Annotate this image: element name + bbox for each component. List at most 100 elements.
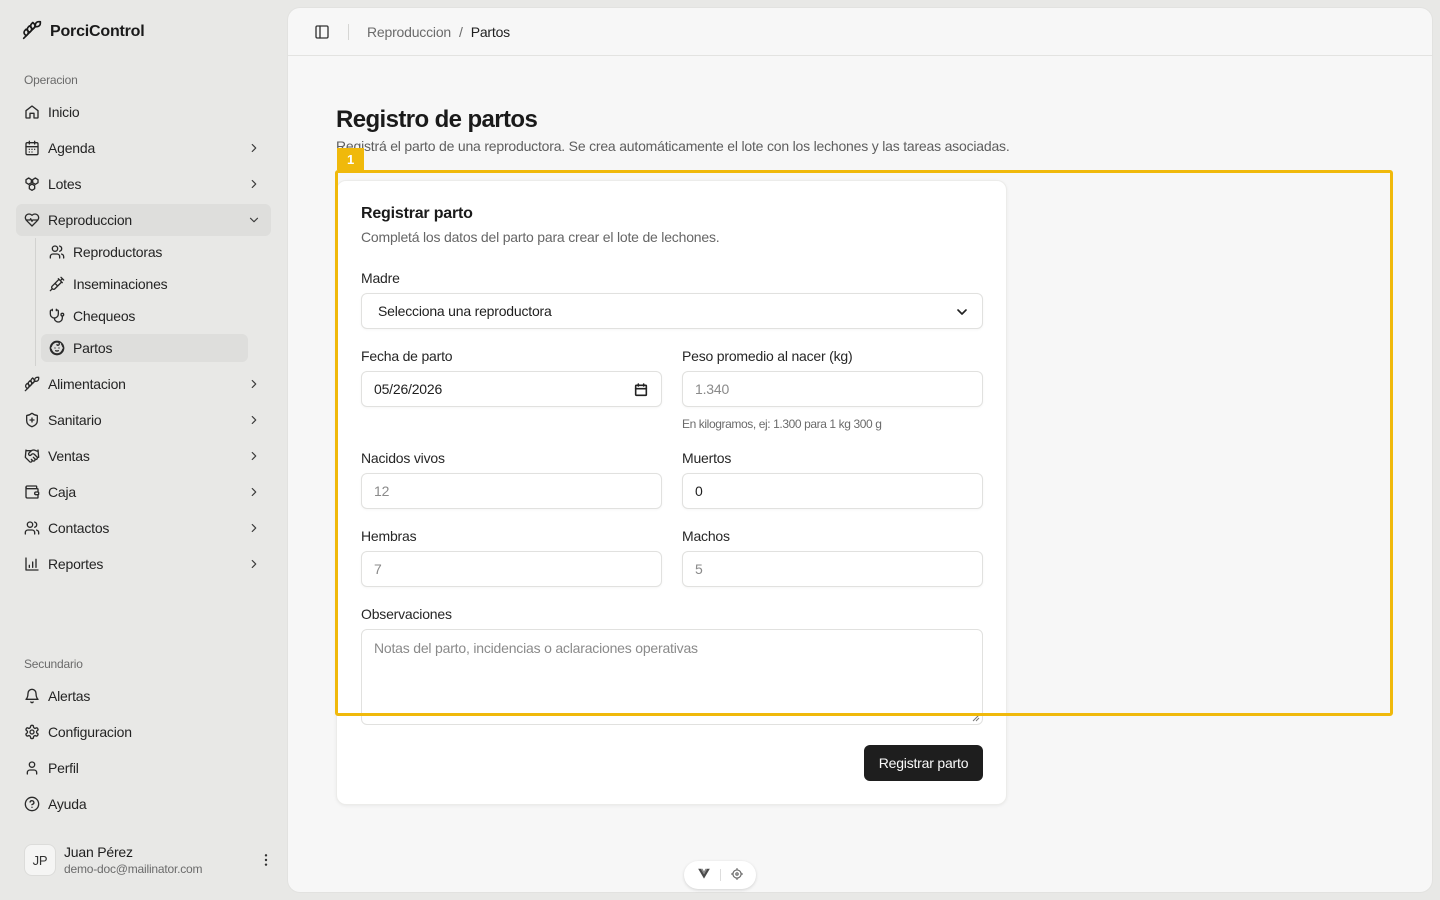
peso-hint: En kilogramos, ej: 1.300 para 1 kg 300 g bbox=[682, 417, 882, 431]
sidebar-item-label: Ventas bbox=[48, 448, 90, 464]
sidebar-item-agenda[interactable]: Agenda bbox=[16, 132, 271, 164]
sidebar-item-label: Reportes bbox=[48, 556, 104, 572]
vue-logo-icon[interactable] bbox=[697, 867, 711, 884]
fecha-label: Fecha de parto bbox=[361, 348, 453, 364]
chevron-right-icon bbox=[247, 141, 261, 155]
heart-pulse-icon bbox=[24, 212, 40, 228]
chevron-right-icon bbox=[247, 485, 261, 499]
sidebar-item-caja[interactable]: Caja bbox=[16, 476, 271, 508]
more-vertical-icon[interactable] bbox=[258, 852, 274, 868]
machos-label: Machos bbox=[682, 528, 730, 544]
submenu-guide-line bbox=[35, 238, 36, 366]
sidebar-item-perfil[interactable]: Perfil bbox=[16, 752, 271, 784]
breadcrumb: Reproduccion / Partos bbox=[367, 24, 510, 40]
divider bbox=[719, 869, 721, 881]
inspector-target-icon[interactable] bbox=[730, 867, 744, 884]
chevron-down-icon bbox=[247, 213, 261, 227]
sidebar-item-contactos[interactable]: Contactos bbox=[16, 512, 271, 544]
user-menu[interactable]: JP Juan Pérez demo-doc@mailinator.com bbox=[24, 840, 274, 880]
sidebar-item-label: Reproduccion bbox=[48, 212, 132, 228]
resize-handle-icon[interactable] bbox=[972, 714, 980, 722]
card-title: Registrar parto bbox=[361, 205, 473, 222]
sidebar-subitem-label: Chequeos bbox=[73, 308, 136, 324]
sidebar-item-reproduccion[interactable]: Reproduccion bbox=[16, 204, 271, 236]
syringe-icon bbox=[49, 276, 65, 292]
user-name: Juan Pérez bbox=[64, 843, 133, 860]
user-email: demo-doc@mailinator.com bbox=[64, 861, 203, 876]
sidebar-item-label: Alimentacion bbox=[48, 376, 126, 392]
brand[interactable]: PorciControl bbox=[22, 20, 145, 43]
page-title: Registro de partos bbox=[336, 106, 538, 133]
sidebar-subitem-reproductoras[interactable]: Reproductoras bbox=[41, 238, 248, 266]
sidebar-toggle-icon[interactable] bbox=[314, 24, 330, 40]
sidebar-item-sanitario[interactable]: Sanitario bbox=[16, 404, 271, 436]
chevron-right-icon bbox=[247, 557, 261, 571]
wheat-logo-icon bbox=[22, 20, 42, 43]
observaciones-textarea[interactable]: Notas del parto, incidencias o aclaracio… bbox=[361, 629, 983, 725]
submit-button[interactable]: Registrar parto bbox=[864, 745, 983, 781]
chevron-right-icon bbox=[247, 177, 261, 191]
calendar-icon bbox=[24, 140, 40, 156]
hembras-label: Hembras bbox=[361, 528, 417, 544]
top-bar: Reproduccion / Partos bbox=[288, 8, 1432, 56]
devtools-toolbar bbox=[684, 861, 756, 889]
settings-icon bbox=[24, 724, 40, 740]
sidebar-subitem-label: Inseminaciones bbox=[73, 276, 168, 292]
boxes-icon bbox=[24, 176, 40, 192]
sidebar-item-ventas[interactable]: Ventas bbox=[16, 440, 271, 472]
users-icon bbox=[24, 520, 40, 536]
page-subtitle: Registrá el parto de una reproductora. S… bbox=[336, 138, 1010, 154]
sidebar-item-ayuda[interactable]: Ayuda bbox=[16, 788, 271, 820]
sidebar-subitem-chequeos[interactable]: Chequeos bbox=[41, 302, 248, 330]
sidebar: PorciControl Operacion Inicio Agenda Lot… bbox=[0, 0, 288, 900]
breadcrumb-reproduccion[interactable]: Reproduccion bbox=[367, 24, 451, 40]
hembras-input[interactable]: 7 bbox=[361, 551, 662, 587]
chevron-right-icon bbox=[247, 521, 261, 535]
divider bbox=[348, 23, 349, 40]
muertos-value: 0 bbox=[695, 483, 703, 499]
sidebar-item-alertas[interactable]: Alertas bbox=[16, 680, 271, 712]
avatar: JP bbox=[24, 844, 56, 876]
sidebar-subitem-partos[interactable]: Partos bbox=[41, 334, 248, 362]
chevron-right-icon bbox=[247, 377, 261, 391]
calendar-icon[interactable] bbox=[633, 382, 649, 398]
peso-label: Peso promedio al nacer (kg) bbox=[682, 348, 853, 364]
fecha-input[interactable]: 05/26/2026 bbox=[361, 371, 662, 407]
birth-form-card: Registrar parto Completá los datos del p… bbox=[336, 180, 1007, 805]
sidebar-item-label: Ayuda bbox=[48, 796, 87, 812]
card-subtitle: Completá los datos del parto para crear … bbox=[361, 229, 720, 245]
madre-select[interactable]: Selecciona una reproductora bbox=[361, 293, 983, 329]
peso-input[interactable]: 1.340 bbox=[682, 371, 983, 407]
wallet-icon bbox=[24, 484, 40, 500]
vivos-label: Nacidos vivos bbox=[361, 450, 445, 466]
sidebar-item-label: Lotes bbox=[48, 176, 82, 192]
handshake-icon bbox=[24, 448, 40, 464]
sidebar-item-label: Inicio bbox=[48, 104, 80, 120]
obs-placeholder: Notas del parto, incidencias o aclaracio… bbox=[374, 640, 698, 656]
fecha-value: 05/26/2026 bbox=[374, 381, 443, 397]
bar-chart-icon bbox=[24, 556, 40, 572]
sidebar-item-inicio[interactable]: Inicio bbox=[16, 96, 271, 128]
sidebar-item-reportes[interactable]: Reportes bbox=[16, 548, 271, 580]
madre-label: Madre bbox=[361, 270, 400, 286]
sidebar-item-alimentacion[interactable]: Alimentacion bbox=[16, 368, 271, 400]
muertos-input[interactable]: 0 bbox=[682, 473, 983, 509]
chevron-down-icon bbox=[954, 304, 970, 320]
machos-input[interactable]: 5 bbox=[682, 551, 983, 587]
obs-label: Observaciones bbox=[361, 606, 452, 622]
breadcrumb-separator: / bbox=[459, 23, 463, 40]
muertos-label: Muertos bbox=[682, 450, 732, 466]
chevron-right-icon bbox=[247, 449, 261, 463]
sidebar-subitem-inseminaciones[interactable]: Inseminaciones bbox=[41, 270, 248, 298]
vivos-input[interactable]: 12 bbox=[361, 473, 662, 509]
group-label-secundario: Secundario bbox=[24, 657, 83, 671]
vivos-placeholder: 12 bbox=[374, 483, 390, 499]
app-name: PorciControl bbox=[50, 22, 145, 40]
sidebar-item-label: Sanitario bbox=[48, 412, 102, 428]
sidebar-item-lotes[interactable]: Lotes bbox=[16, 168, 271, 200]
chevron-right-icon bbox=[247, 413, 261, 427]
sidebar-item-configuracion[interactable]: Configuracion bbox=[16, 716, 271, 748]
main-content: Reproduccion / Partos Registro de partos… bbox=[288, 8, 1432, 892]
sidebar-subitem-label: Reproductoras bbox=[73, 244, 163, 260]
hembras-placeholder: 7 bbox=[374, 561, 382, 577]
